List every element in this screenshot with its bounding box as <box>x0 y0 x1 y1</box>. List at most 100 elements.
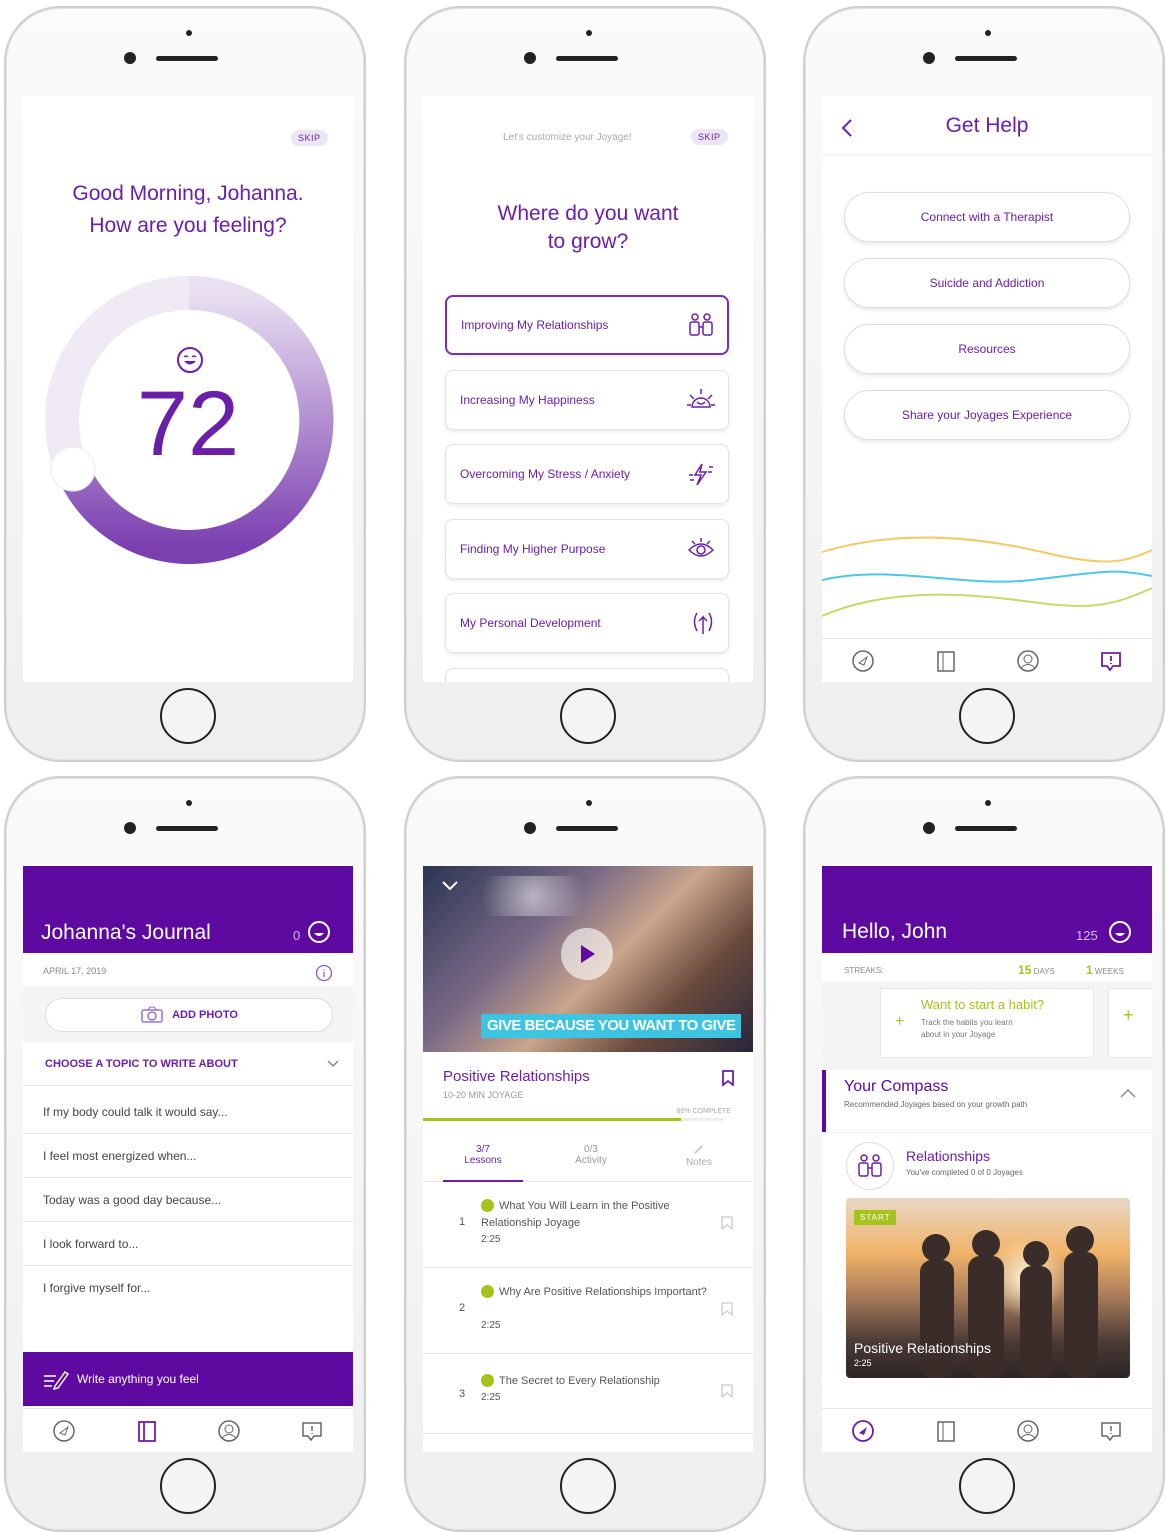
greeting: Good Morning, Johanna. <box>72 182 304 205</box>
phone-journal: Johanna's Journal 0 APRIL 17, 2019 ADD P… <box>4 776 366 1532</box>
help-chat-icon <box>302 1421 322 1441</box>
pen-icon <box>44 1370 69 1390</box>
tab-explore[interactable] <box>850 648 876 674</box>
info-icon[interactable] <box>315 964 333 982</box>
bookmark-icon[interactable] <box>721 1302 733 1316</box>
tab-label: Activity <box>575 1155 607 1166</box>
page-title: Get Help <box>945 114 1029 137</box>
mood-screen: SKIP Good Morning, Johanna. How are you … <box>23 96 353 682</box>
tab-lessons[interactable]: 3/7 Lessons <box>443 1144 523 1182</box>
lesson-row[interactable]: 3 The Secret to Every Relationship 2:25 <box>423 1354 753 1434</box>
journal-icon <box>937 650 955 672</box>
tab-journal[interactable] <box>134 1418 160 1444</box>
card-time: 2:25 <box>854 1358 872 1368</box>
mood-score: 72 <box>136 373 240 475</box>
tab-help[interactable] <box>299 1418 325 1444</box>
option-relationships[interactable]: Improving My Relationships <box>445 295 729 355</box>
option-label: Overcoming My Stress / Anxiety <box>460 467 631 481</box>
home-header: Hello, John 125 <box>822 866 1152 953</box>
customize-subtitle: Let's customize your Joyage! <box>503 132 632 143</box>
home-button[interactable] <box>160 1458 216 1514</box>
topic-dropdown[interactable]: CHOOSE A TOPIC TO WRITE ABOUT <box>23 1042 353 1086</box>
tab-explore[interactable] <box>850 1418 876 1444</box>
chevron-down-icon[interactable] <box>441 880 459 892</box>
suicide-addiction-button[interactable]: Suicide and Addiction <box>844 258 1130 308</box>
home-button[interactable] <box>959 1458 1015 1514</box>
habit-card[interactable]: + Want to start a habit? Track the habit… <box>880 988 1094 1058</box>
play-button[interactable] <box>561 928 613 980</box>
option-more[interactable] <box>445 668 729 682</box>
joyage-duration: 10-20 MIN JOYAGE <box>443 1090 524 1100</box>
connect-therapist-button[interactable]: Connect with a Therapist <box>844 192 1130 242</box>
add-habit-card[interactable]: + <box>1108 988 1152 1058</box>
relationships-badge <box>846 1142 894 1190</box>
sensor <box>586 800 592 806</box>
tab-notes[interactable]: Notes <box>659 1144 739 1168</box>
home-button[interactable] <box>560 688 616 744</box>
video-thumbnail[interactable]: GIVE BECAUSE YOU WANT TO GIVE <box>423 866 753 1052</box>
phone-joyage: GIVE BECAUSE YOU WANT TO GIVE Positive R… <box>404 776 766 1532</box>
habit-desc-line: about in your Joyage <box>921 1030 996 1039</box>
option-development[interactable]: My Personal Development <box>445 593 729 653</box>
option-purpose[interactable]: Finding My Higher Purpose <box>445 519 729 579</box>
tab-profile[interactable] <box>1015 648 1041 674</box>
sensor <box>586 30 592 36</box>
sensor <box>186 30 192 36</box>
tab-journal[interactable] <box>933 648 959 674</box>
home-button[interactable] <box>959 688 1015 744</box>
prompt-item[interactable]: I forgive myself for... <box>23 1266 353 1310</box>
smile-icon <box>177 347 203 373</box>
help-chat-icon <box>1100 651 1121 671</box>
help-chat-icon <box>1101 1421 1121 1441</box>
share-experience-button[interactable]: Share your Joyages Experience <box>844 390 1130 440</box>
add-photo-button[interactable]: ADD PHOTO <box>45 998 333 1032</box>
skip-button[interactable]: SKIP <box>691 129 728 145</box>
camera <box>124 52 136 64</box>
card-title: Positive Relationships <box>854 1340 991 1356</box>
joyage-title: Positive Relationships <box>443 1068 590 1085</box>
option-stress[interactable]: Overcoming My Stress / Anxiety <box>445 444 729 504</box>
days-label: DAYS <box>1033 967 1055 976</box>
tab-journal[interactable] <box>933 1418 959 1444</box>
tab-help[interactable] <box>1098 648 1124 674</box>
tab-help[interactable] <box>1098 1418 1124 1444</box>
chevron-up-icon[interactable] <box>1120 1088 1136 1098</box>
resources-button[interactable]: Resources <box>844 324 1130 374</box>
get-help-screen: Get Help Connect with a Therapist Suicid… <box>822 96 1152 682</box>
tab-explore[interactable] <box>51 1418 77 1444</box>
option-happiness[interactable]: Increasing My Happiness <box>445 370 729 430</box>
goals-screen: Let's customize your Joyage! SKIP Where … <box>423 96 753 682</box>
tab-profile[interactable] <box>216 1418 242 1444</box>
home-button[interactable] <box>160 688 216 744</box>
home-button[interactable] <box>560 1458 616 1514</box>
compass-accent <box>822 1070 826 1132</box>
chevron-down-icon <box>327 1059 339 1067</box>
tab-label: Lessons <box>464 1155 502 1166</box>
camera <box>124 822 136 834</box>
camera <box>524 52 536 64</box>
lesson-row[interactable]: 2 Why Are Positive Relationships Importa… <box>423 1268 753 1354</box>
prompt-item[interactable]: If my body could talk it would say... <box>23 1090 353 1134</box>
tab-activity[interactable]: 0/3 Activity <box>551 1144 631 1166</box>
divider <box>822 1132 1152 1133</box>
lesson-time: 2:25 <box>481 1320 501 1331</box>
camera <box>923 822 935 834</box>
tab-count: 3/7 <box>476 1144 490 1155</box>
prompt-item[interactable]: I look forward to... <box>23 1222 353 1266</box>
write-button[interactable]: Write anything you feel <box>23 1352 353 1406</box>
lesson-time: 2:25 <box>481 1234 501 1245</box>
lesson-row[interactable]: 1 What You Will Learn in the Positive Re… <box>423 1182 753 1268</box>
bookmark-icon[interactable] <box>721 1070 735 1086</box>
bookmark-icon[interactable] <box>721 1216 733 1230</box>
lightning-icon <box>689 463 713 486</box>
prompt-item[interactable]: Today was a good day because... <box>23 1178 353 1222</box>
prompt-item[interactable]: I feel most energized when... <box>23 1134 353 1178</box>
bookmark-icon[interactable] <box>721 1384 733 1398</box>
skip-button[interactable]: SKIP <box>291 130 328 146</box>
profile-icon <box>1017 1419 1039 1442</box>
lesson-number: 3 <box>459 1388 466 1400</box>
tab-profile[interactable] <box>1015 1418 1041 1444</box>
habit-strip: + Want to start a habit? Track the habit… <box>822 982 1152 1070</box>
relationships-progress: You've completed 0 of 0 Joyages <box>906 1168 1023 1177</box>
joyage-card[interactable]: START Positive Relationships 2:25 <box>846 1198 1130 1378</box>
